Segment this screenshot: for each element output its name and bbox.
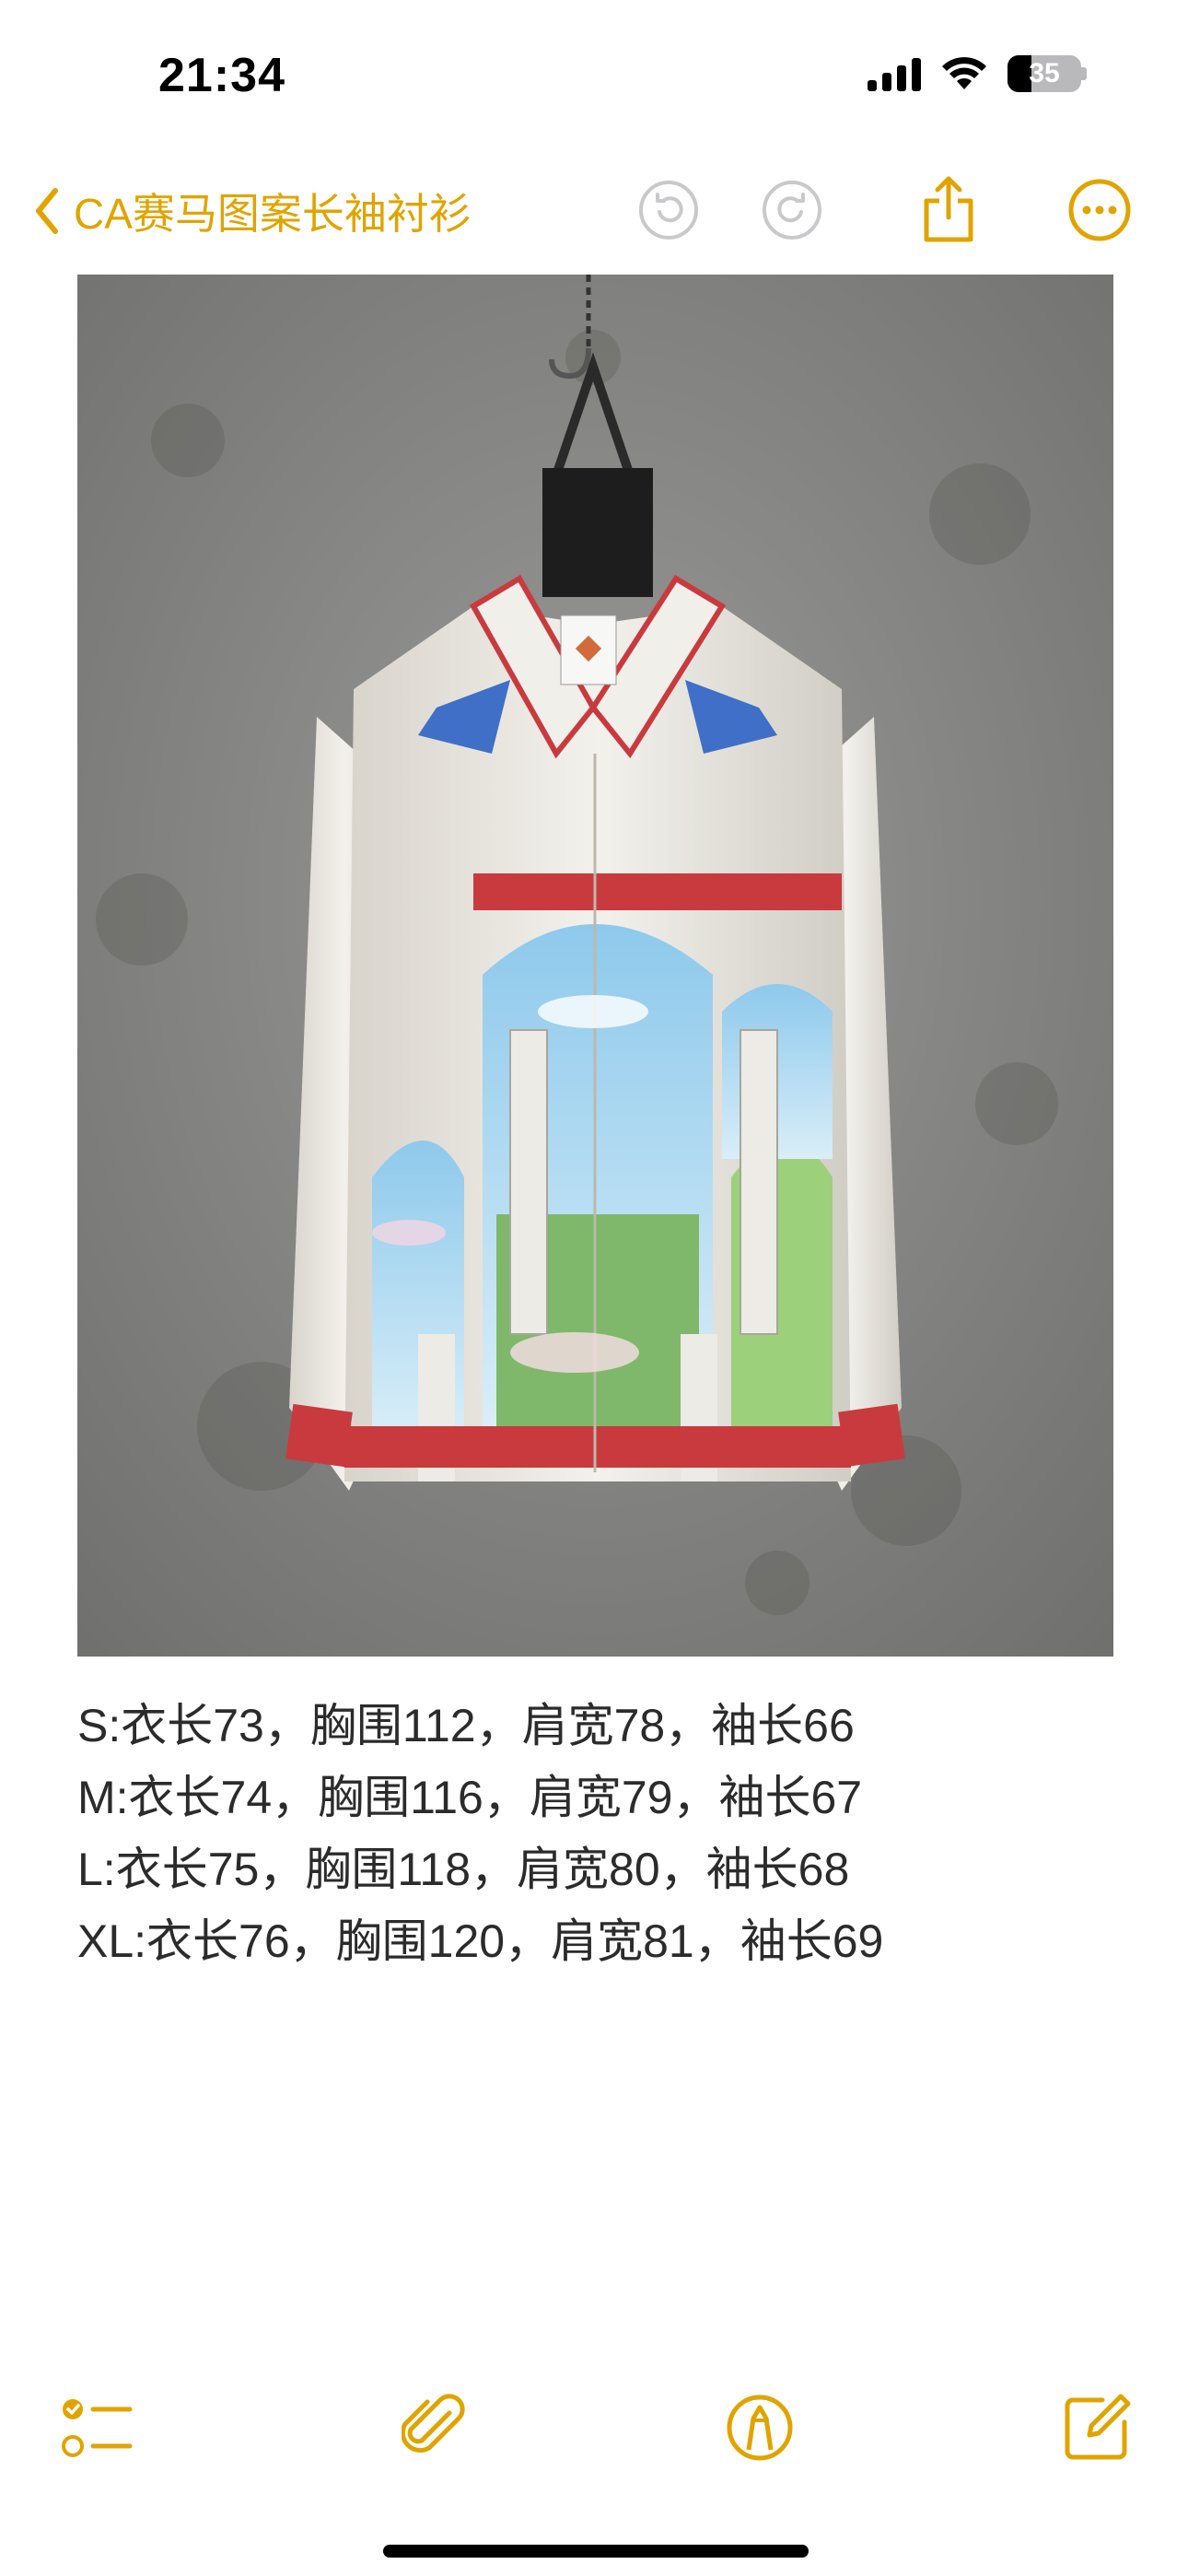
size-line-s: S:衣长73，胸围112，肩宽78，袖长66: [77, 1700, 855, 1751]
wifi-icon: [942, 57, 986, 89]
size-line-l: L:衣长75，胸围118，肩宽80，袖长68: [77, 1844, 850, 1895]
compose-icon: [1065, 2394, 1131, 2460]
redo-button[interactable]: [755, 173, 829, 247]
paperclip-icon: [402, 2394, 465, 2453]
note-image[interactable]: [77, 275, 1113, 1657]
attach-button[interactable]: [392, 2386, 475, 2469]
size-line-m: M:衣长74，胸围116，肩宽79，袖长67: [77, 1772, 863, 1823]
more-button[interactable]: [1063, 173, 1136, 247]
more-icon: [1068, 179, 1131, 241]
chevron-left-icon: [36, 188, 58, 234]
redo-icon: [763, 181, 821, 240]
share-icon: [924, 176, 973, 242]
battery-level: 35: [1029, 58, 1060, 88]
home-indicator[interactable]: [383, 2545, 809, 2558]
battery-icon: 35: [1007, 55, 1081, 92]
markup-button[interactable]: [718, 2386, 801, 2469]
shirt-photo: [77, 275, 1113, 1657]
undo-icon: [639, 181, 698, 240]
checklist-icon: [62, 2399, 133, 2457]
compose-button[interactable]: [1055, 2386, 1138, 2469]
nav-bar: CA赛马图案长袖衬衫: [0, 166, 1188, 258]
size-line-xl: XL:衣长76，胸围120，肩宽81，袖长69: [77, 1915, 884, 1967]
back-label: CA赛马图案长袖衬衫: [74, 190, 472, 238]
cellular-signal-icon: [868, 56, 921, 91]
checklist-button[interactable]: [55, 2386, 138, 2469]
bottom-toolbar: [0, 2386, 1188, 2469]
note-body[interactable]: S:衣长73，胸围112，肩宽78，袖长66 M:衣长74，胸围116，肩宽79…: [77, 1690, 1113, 1977]
share-button[interactable]: [912, 173, 985, 247]
undo-button[interactable]: [632, 173, 705, 247]
status-icons: 35: [868, 55, 1087, 92]
markup-pen-icon: [727, 2395, 793, 2461]
back-button[interactable]: CA赛马图案长袖衬衫: [33, 181, 472, 241]
status-time: 21:34: [158, 49, 285, 102]
